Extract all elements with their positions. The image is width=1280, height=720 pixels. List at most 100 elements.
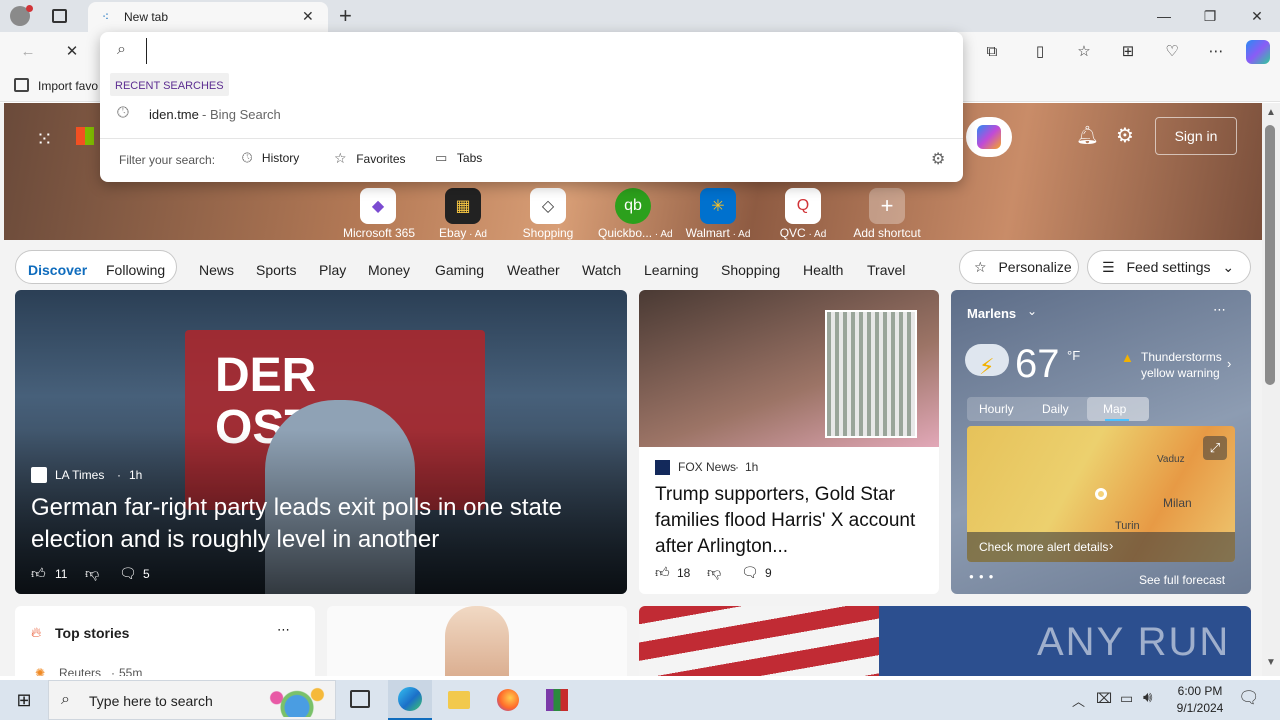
firefox-icon[interactable] xyxy=(497,689,519,711)
like-icon[interactable]: 👍︎ xyxy=(655,564,670,581)
ad-card[interactable] xyxy=(327,606,627,676)
scroll-down-arrow-icon[interactable]: ▼ xyxy=(1266,657,1276,668)
start-button[interactable]: ⊞ xyxy=(0,680,48,720)
tab-following[interactable]: Following xyxy=(106,262,165,278)
tab-actions-icon[interactable] xyxy=(52,9,67,23)
alert-chevron-icon[interactable]: › xyxy=(1227,356,1231,371)
weather-more-icon[interactable]: ⋯ xyxy=(1213,302,1226,318)
filter-favorites-button[interactable]: ☆ Favorites xyxy=(334,150,406,167)
weather-location[interactable]: Marlens xyxy=(967,306,1016,321)
task-view-icon[interactable] xyxy=(350,690,370,708)
address-input[interactable] xyxy=(146,38,946,64)
clock-time[interactable]: 6:00 PM xyxy=(1175,684,1225,698)
tab-discover[interactable]: Discover xyxy=(28,262,87,278)
comment-icon[interactable]: 🗨︎ xyxy=(741,564,759,581)
reuters-logo: ✺ xyxy=(35,666,46,676)
weather-map[interactable]: Vaduz Milan Turin ⤢ Check more alert det… xyxy=(967,426,1235,562)
favorites-star-icon[interactable]: ☆ xyxy=(1074,42,1094,62)
tab-hourly[interactable]: Hourly xyxy=(979,402,1014,416)
search-settings-gear-icon[interactable]: ⚙ xyxy=(931,149,945,169)
scroll-up-arrow-icon[interactable]: ▲ xyxy=(1266,107,1276,118)
nav-learning[interactable]: Learning xyxy=(644,262,699,278)
scroll-thumb[interactable] xyxy=(1265,125,1275,385)
alert-line2[interactable]: yellow warning xyxy=(1141,366,1220,380)
device-icon[interactable]: ⌧ xyxy=(1096,690,1112,707)
nav-travel[interactable]: Travel xyxy=(867,262,905,278)
new-tab-button[interactable]: + xyxy=(339,3,352,29)
shortcut-walmart[interactable]: ✳ Walmart · Ad xyxy=(683,188,753,240)
copilot-button[interactable] xyxy=(966,117,1012,157)
top-stories-title[interactable]: Top stories xyxy=(55,625,129,641)
taskbar-search-box[interactable]: ⌕ Type here to search xyxy=(48,680,336,720)
story2-card[interactable]: FOX News · 1h Trump supporters, Gold Sta… xyxy=(639,290,939,594)
shortcut-microsoft-365[interactable]: ◆ Microsoft 365 xyxy=(343,188,415,240)
winrar-icon[interactable] xyxy=(546,689,568,711)
nav-money[interactable]: Money xyxy=(368,262,410,278)
nav-play[interactable]: Play xyxy=(319,262,346,278)
sign-in-button[interactable]: Sign in xyxy=(1155,117,1237,155)
page-scrollbar[interactable]: ▲ ▼ xyxy=(1262,103,1280,676)
story-headline[interactable]: German far-right party leads exit polls … xyxy=(31,492,611,556)
main-story-card[interactable]: DER OSTEN LA Times · 1h German far-right… xyxy=(15,290,627,594)
filter-history-button[interactable]: 🕓︎ History xyxy=(242,150,299,166)
split-screen-icon[interactable]: ▯ xyxy=(1030,42,1050,62)
shortcut-qvc[interactable]: Q QVC · Ad xyxy=(768,188,838,240)
minimize-button[interactable]: — xyxy=(1154,6,1174,26)
carousel-dots[interactable]: ●●● xyxy=(969,572,999,581)
dislike-icon[interactable]: 👎︎ xyxy=(707,564,721,581)
apps-grid-icon[interactable]: ⁙ xyxy=(36,127,53,152)
alert-details-link[interactable]: Check more alert details xyxy=(979,540,1108,554)
tab-map[interactable]: Map xyxy=(1103,402,1126,416)
notification-center-icon[interactable]: 🗨︎ xyxy=(1238,688,1260,708)
close-window-button[interactable]: ✕ xyxy=(1247,6,1267,26)
more-menu-icon[interactable]: ⋯ xyxy=(1206,42,1226,62)
nav-watch[interactable]: Watch xyxy=(582,262,621,278)
back-icon[interactable]: ← xyxy=(18,42,38,62)
close-tab-icon[interactable]: ✕ xyxy=(302,8,314,25)
settings-gear-icon[interactable]: ⚙ xyxy=(1116,123,1134,148)
stop-loading-icon[interactable]: ✕ xyxy=(62,42,82,62)
expand-map-icon[interactable]: ⤢ xyxy=(1203,436,1227,460)
like-icon[interactable]: 👍︎ xyxy=(31,565,46,582)
volume-icon[interactable]: 🔊︎ xyxy=(1143,689,1152,706)
nav-news[interactable]: News xyxy=(199,262,234,278)
story2-headline[interactable]: Trump supporters, Gold Star families flo… xyxy=(655,482,927,560)
nav-shopping[interactable]: Shopping xyxy=(721,262,780,278)
tab-daily[interactable]: Daily xyxy=(1042,402,1069,416)
location-chevron-icon[interactable]: ⌄ xyxy=(1027,304,1037,318)
restore-button[interactable]: ❐ xyxy=(1200,6,1220,26)
tab-new-tab[interactable]: ⁖ New tab ✕ xyxy=(88,2,328,32)
collections-icon[interactable]: ⊞ xyxy=(1118,42,1138,62)
top-stories-more-icon[interactable]: ⋯ xyxy=(277,622,290,638)
notifications-bell-icon[interactable]: 🔔︎ xyxy=(1076,125,1099,146)
shortcut-ebay[interactable]: ▦ Ebay · Ad xyxy=(428,188,498,240)
shortcut-add[interactable]: + Add shortcut xyxy=(852,188,922,240)
personalize-button[interactable]: ☆ Personalize xyxy=(959,250,1079,284)
edge-taskbar-icon[interactable] xyxy=(388,680,432,720)
full-forecast-link[interactable]: See full forecast xyxy=(1139,573,1225,587)
show-hidden-icons-chevron[interactable]: ︿ xyxy=(1072,691,1085,710)
shortcut-quickbooks[interactable]: qb Quickbo... · Ad xyxy=(598,188,673,240)
filter-tabs-button[interactable]: ▭ Tabs xyxy=(435,150,482,166)
extensions-icon[interactable]: ⧉ xyxy=(982,42,1002,62)
recent-search-item[interactable]: 🕓︎ iden.tme - Bing Search xyxy=(100,102,963,128)
dislike-icon[interactable]: 👎︎ xyxy=(85,565,99,582)
browser-essentials-icon[interactable]: ♡ xyxy=(1162,42,1182,62)
file-explorer-icon[interactable] xyxy=(448,691,470,709)
shortcut-shopping[interactable]: ◇ Shopping xyxy=(513,188,583,240)
nav-weather[interactable]: Weather xyxy=(507,262,560,278)
nav-sports[interactable]: Sports xyxy=(256,262,296,278)
nav-gaming[interactable]: Gaming xyxy=(435,262,484,278)
nav-health[interactable]: Health xyxy=(803,262,843,278)
clock-date[interactable]: 9/1/2024 xyxy=(1171,701,1229,715)
news-image-card[interactable]: ANY RUN xyxy=(639,606,1251,676)
import-favorites-link[interactable]: Import favo xyxy=(38,79,98,93)
network-icon[interactable]: ▭ xyxy=(1120,690,1133,707)
comment-icon[interactable]: 🗨︎ xyxy=(119,565,137,582)
alert-line1[interactable]: Thunderstorms xyxy=(1141,350,1222,364)
map-city-milan: Milan xyxy=(1163,496,1192,510)
weather-card[interactable]: Marlens ⌄ ⋯ ⚡ 67 °F ▲ Thunderstorms yell… xyxy=(951,290,1251,594)
map-city-turin: Turin xyxy=(1115,520,1140,532)
feed-settings-button[interactable]: ☰ Feed settings ⌄ xyxy=(1087,250,1251,284)
copilot-icon[interactable] xyxy=(1246,40,1270,64)
